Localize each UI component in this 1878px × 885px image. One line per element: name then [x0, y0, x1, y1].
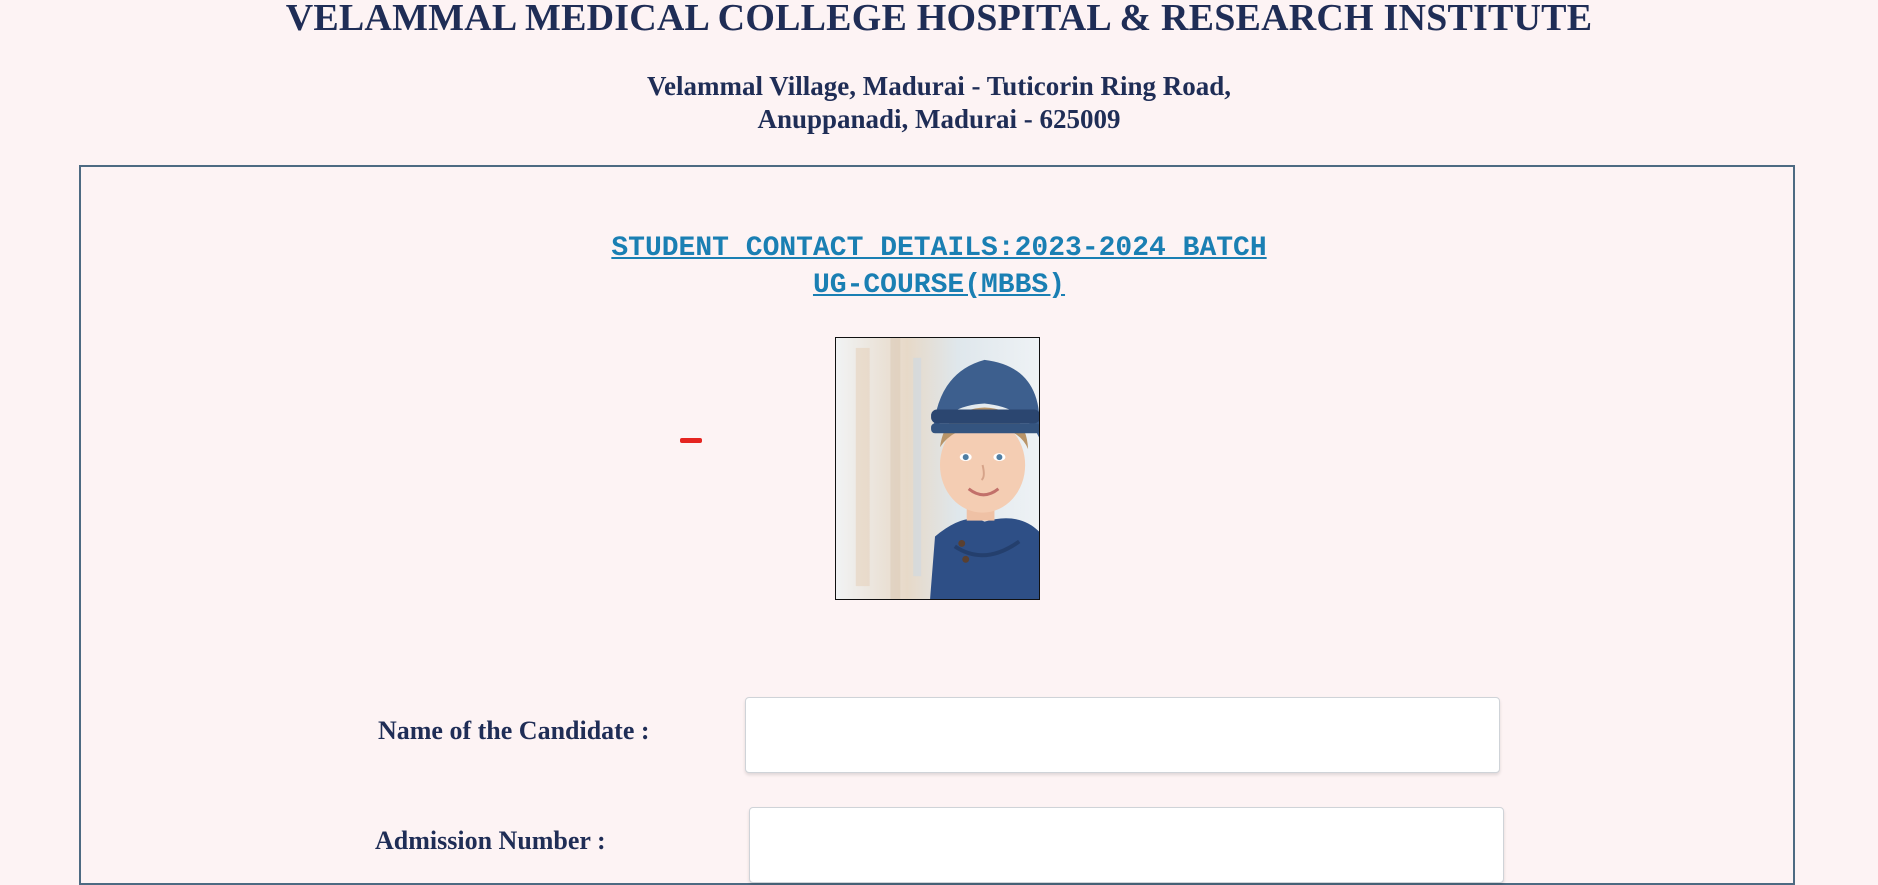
institute-address: Velammal Village, Madurai - Tuticorin Ri…: [0, 70, 1878, 136]
form-heading: STUDENT CONTACT DETAILS:2023-2024 BATCH …: [0, 230, 1878, 304]
admission-number-input[interactable]: [749, 807, 1504, 883]
admission-number-label: Admission Number :: [375, 826, 606, 855]
form-heading-line-2: UG-COURSE(MBBS): [812, 270, 1066, 301]
required-marker: [680, 438, 702, 443]
student-photo: [835, 337, 1040, 600]
address-line-1: Velammal Village, Madurai - Tuticorin Ri…: [646, 71, 1232, 101]
candidate-name-label: Name of the Candidate :: [378, 716, 650, 745]
student-photo-image: [836, 338, 1039, 599]
address-line-2: Anuppanadi, Madurai - 625009: [757, 104, 1121, 134]
institute-name: VELAMMAL MEDICAL COLLEGE HOSPITAL & RESE…: [285, 0, 1593, 39]
candidate-name-input[interactable]: [745, 697, 1500, 773]
form-heading-line-1: STUDENT CONTACT DETAILS:2023-2024 BATCH: [611, 233, 1267, 264]
